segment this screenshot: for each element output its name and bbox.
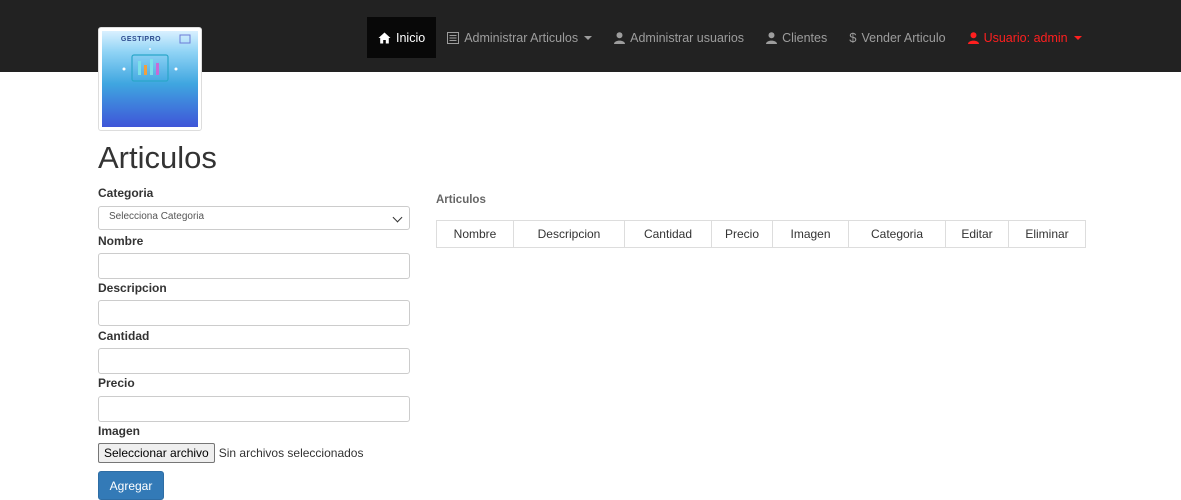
- nav-item-usuario[interactable]: Usuario: admin: [957, 17, 1093, 58]
- nombre-input[interactable]: [98, 253, 410, 279]
- column-header-precio: Precio: [711, 220, 773, 248]
- user-icon: [766, 31, 778, 44]
- precio-input[interactable]: [98, 396, 410, 422]
- page-title: Articulos: [98, 140, 217, 175]
- nav-item-vender-articulo[interactable]: $ Vender Articulo: [838, 17, 956, 58]
- nombre-label: Nombre: [98, 234, 144, 248]
- column-header-descripcion: Descripcion: [513, 220, 625, 248]
- categoria-select[interactable]: Selecciona Categoria: [98, 206, 410, 230]
- column-header-cantidad: Cantidad: [624, 220, 712, 248]
- nav-item-label: Usuario: admin: [983, 30, 1068, 45]
- main-nav: Inicio Administrar Articulos Administrar…: [367, 17, 1093, 58]
- descripcion-label: Descripcion: [98, 281, 167, 295]
- nav-item-administrar-articulos[interactable]: Administrar Articulos: [436, 17, 603, 58]
- column-header-categoria: Categoria: [848, 220, 946, 248]
- dollar-icon: $: [849, 30, 857, 45]
- table-caption: Articulos: [436, 194, 486, 206]
- app-logo: GESTIPRO: [98, 27, 202, 131]
- select-file-button[interactable]: Seleccionar archivo: [98, 443, 215, 463]
- file-status: Sin archivos seleccionados: [218, 446, 364, 460]
- imagen-label: Imagen: [98, 424, 141, 438]
- categoria-label: Categoria: [98, 186, 154, 200]
- nav-item-label: Inicio: [396, 30, 426, 45]
- caret-down-icon: [1073, 35, 1082, 40]
- logo-graphic: [122, 34, 191, 82]
- imagen-file-input: Seleccionar archivo Sin archivos selecci…: [98, 443, 363, 463]
- column-header-nombre: Nombre: [436, 220, 514, 248]
- categoria-selected-value: Selecciona Categoria: [109, 211, 205, 222]
- user-icon: [967, 31, 979, 44]
- cantidad-label: Cantidad: [98, 329, 150, 343]
- precio-label: Precio: [98, 376, 135, 390]
- nav-item-label: Administrar Articulos: [464, 30, 579, 45]
- nav-item-clientes[interactable]: Clientes: [755, 17, 838, 58]
- column-header-imagen: Imagen: [772, 220, 849, 248]
- cantidad-input[interactable]: [98, 348, 410, 374]
- table-header-row: Nombre Descripcion Cantidad Precio Image…: [436, 220, 1086, 248]
- list-icon: [447, 31, 460, 44]
- nav-item-label: Vender Articulo: [861, 30, 946, 45]
- descripcion-input[interactable]: [98, 300, 410, 326]
- articulos-table: Nombre Descripcion Cantidad Precio Image…: [436, 220, 1086, 248]
- caret-down-icon: [584, 35, 593, 40]
- chevron-down-icon: [392, 212, 403, 223]
- column-header-eliminar: Eliminar: [1008, 220, 1086, 248]
- nav-item-label: Clientes: [782, 30, 828, 45]
- column-header-editar: Editar: [945, 220, 1009, 248]
- home-icon: [378, 32, 391, 44]
- agregar-button[interactable]: Agregar: [98, 471, 164, 500]
- logo-image: GESTIPRO: [102, 31, 198, 127]
- nav-item-label: Administrar usuarios: [630, 30, 745, 45]
- nav-item-administrar-usuarios[interactable]: Administrar usuarios: [603, 17, 755, 58]
- nav-item-inicio[interactable]: Inicio: [367, 17, 437, 58]
- user-icon: [614, 31, 626, 44]
